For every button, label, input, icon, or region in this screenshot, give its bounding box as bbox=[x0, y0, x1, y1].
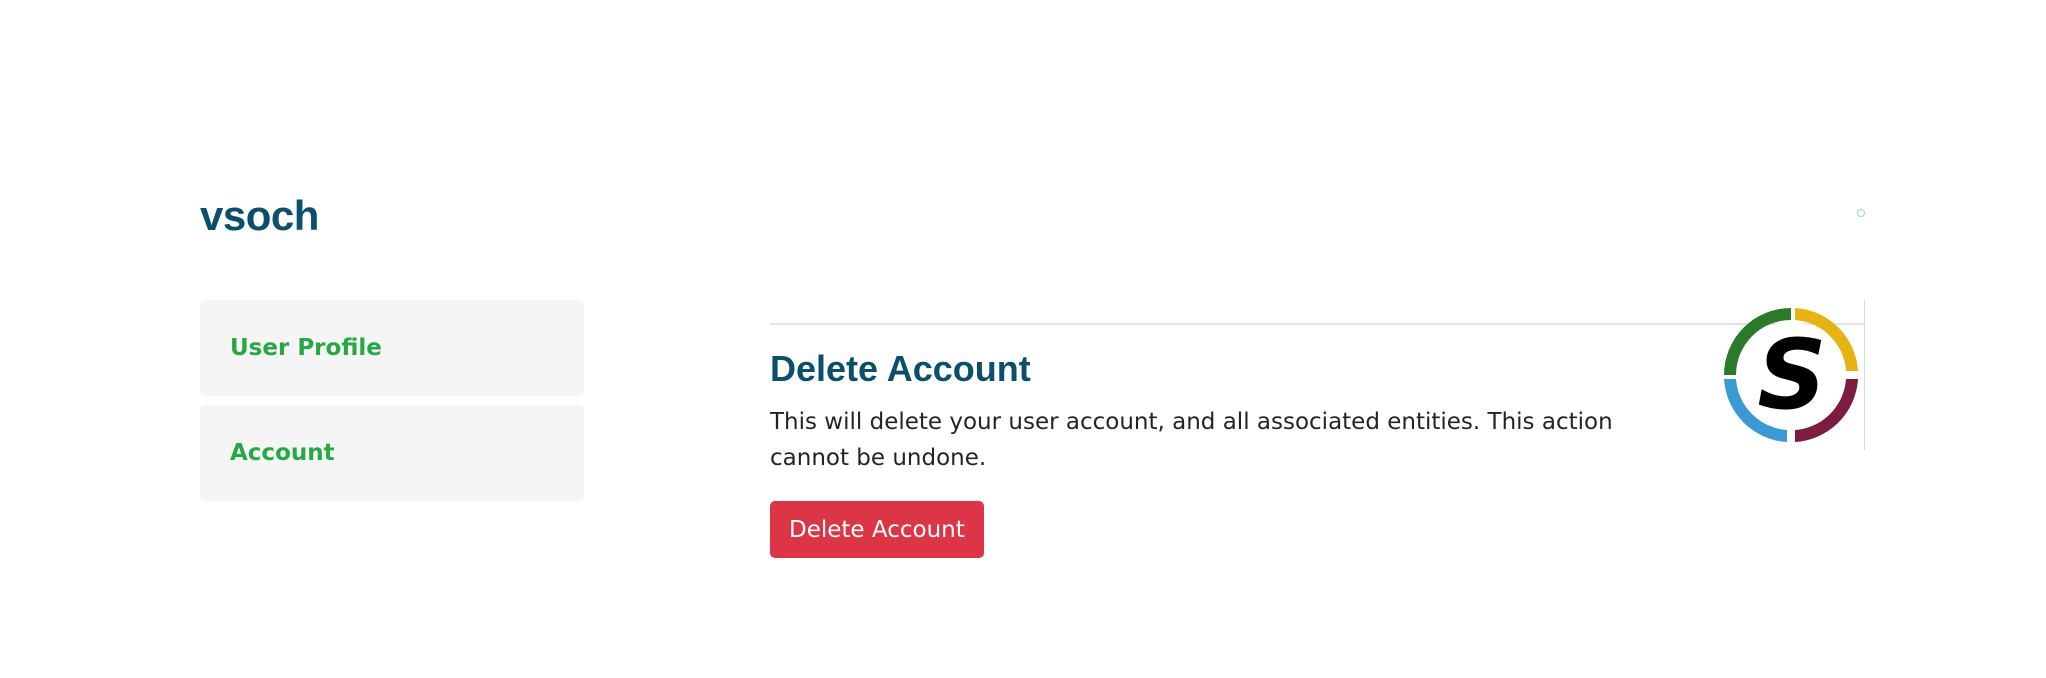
section-divider bbox=[770, 323, 1865, 325]
info-dot-icon bbox=[1857, 209, 1865, 217]
delete-account-button[interactable]: Delete Account bbox=[770, 501, 984, 558]
username-title: vsoch bbox=[200, 192, 319, 239]
sidebar-item-user-profile[interactable]: User Profile bbox=[200, 300, 584, 396]
section-title: Delete Account bbox=[770, 348, 1031, 389]
sidebar-item-account[interactable]: Account bbox=[200, 405, 584, 501]
account-page: vsoch User Profile Account S Delete Acco… bbox=[0, 0, 2046, 678]
logo-letter: S bbox=[1757, 319, 1826, 431]
settings-sidebar: User Profile Account bbox=[200, 300, 584, 510]
delete-account-section: S Delete Account This will delete your u… bbox=[770, 300, 1865, 471]
singularity-logo-icon: S bbox=[1724, 308, 1858, 442]
delete-warning-text: This will delete your user account, and … bbox=[770, 409, 1613, 471]
